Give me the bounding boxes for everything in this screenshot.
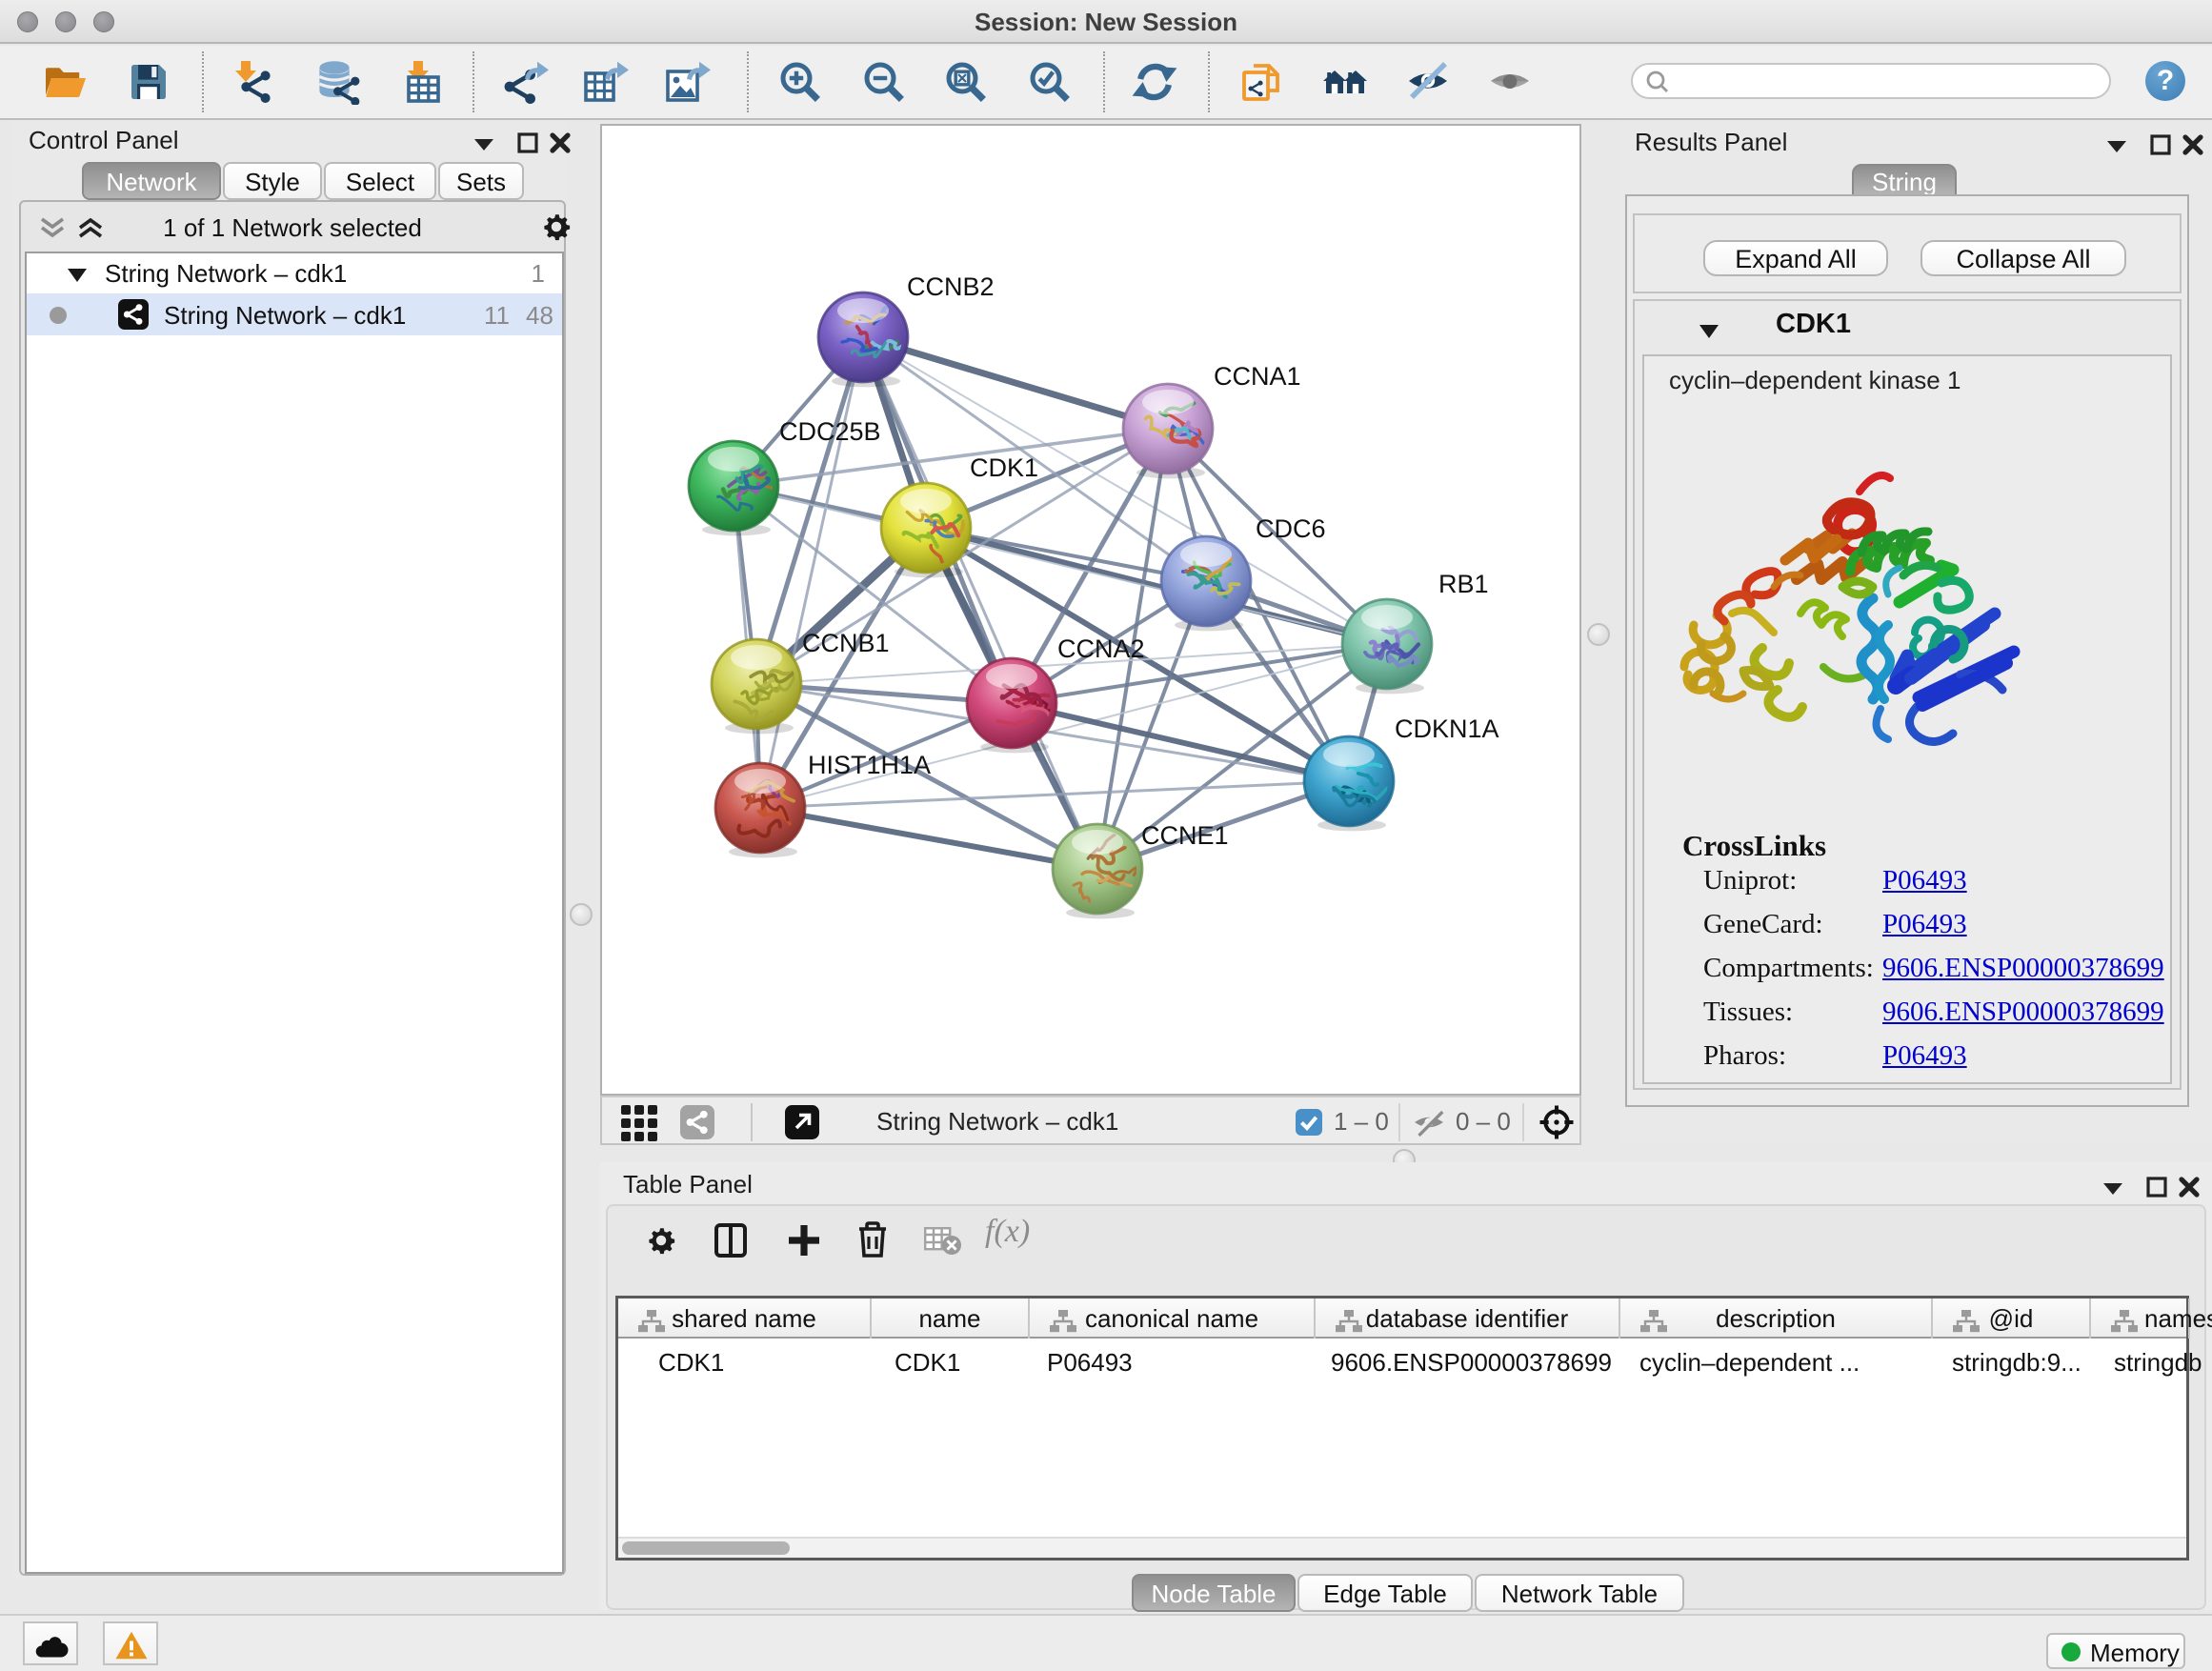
svg-text:RB1: RB1 — [1438, 570, 1489, 598]
svg-text:CCNB1: CCNB1 — [802, 629, 890, 657]
svg-text:CDKN1A: CDKN1A — [1395, 715, 1499, 743]
svg-text:CCNA1: CCNA1 — [1214, 362, 1301, 391]
svg-text:CCNA2: CCNA2 — [1057, 634, 1145, 663]
svg-text:CDC25B: CDC25B — [779, 417, 881, 446]
svg-text:CCNE1: CCNE1 — [1141, 821, 1229, 850]
svg-text:CCNB2: CCNB2 — [907, 272, 995, 301]
svg-text:HIST1H1A: HIST1H1A — [808, 751, 931, 779]
svg-text:CDC6: CDC6 — [1256, 514, 1326, 543]
svg-text:CDK1: CDK1 — [970, 453, 1038, 482]
